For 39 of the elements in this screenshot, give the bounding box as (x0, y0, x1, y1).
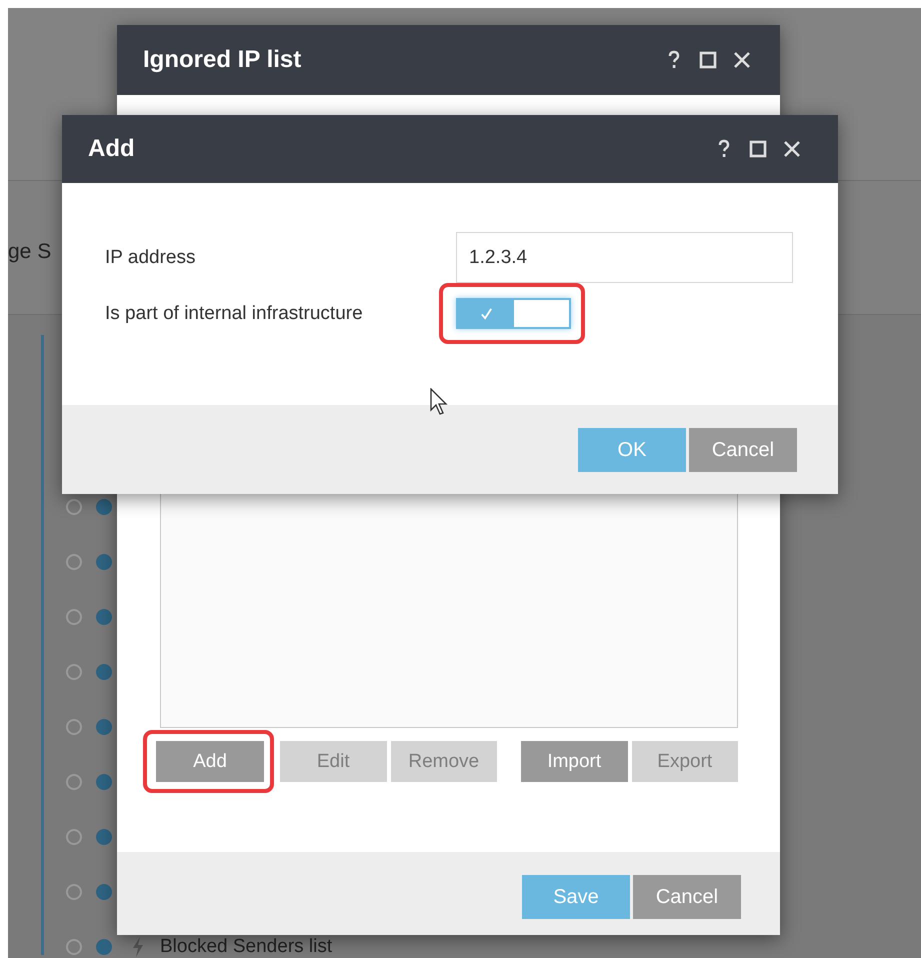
lightning-icon (132, 936, 144, 956)
status-dot (96, 774, 112, 790)
status-dot (96, 828, 112, 844)
cancel-button[interactable]: Cancel (689, 428, 797, 472)
status-dot (96, 718, 112, 734)
status-dot (96, 554, 112, 570)
maximize-icon[interactable] (748, 139, 768, 159)
radio-button[interactable] (66, 828, 82, 844)
radio-button[interactable] (66, 664, 82, 680)
list-action-button[interactable]: Add (156, 741, 264, 782)
page-heading: ge S (8, 238, 52, 264)
radio-button[interactable] (66, 774, 82, 790)
close-icon[interactable] (732, 50, 752, 70)
list-item-label: Blocked Senders list (160, 937, 332, 956)
radio-button[interactable] (66, 938, 82, 954)
save-button[interactable]: Save (522, 875, 630, 919)
cancel-button[interactable]: Cancel (633, 875, 741, 919)
radio-button[interactable] (66, 498, 82, 514)
ip-address-field[interactable]: 1.2.3.4 (456, 232, 793, 283)
status-dot (96, 498, 112, 514)
status-dot (96, 884, 112, 900)
radio-button[interactable] (66, 718, 82, 734)
field-label: Is part of internal infrastructure (105, 302, 364, 324)
window-title: Ignored IP list (143, 46, 302, 74)
radio-button[interactable] (66, 608, 82, 624)
window-title: Add (88, 135, 135, 163)
close-icon[interactable] (782, 139, 802, 159)
status-dot (96, 664, 112, 680)
status-dot (96, 608, 112, 624)
field-label: IP address (105, 246, 196, 268)
radio-button[interactable] (66, 884, 82, 900)
ok-button[interactable]: OK (578, 428, 686, 472)
check-icon (480, 307, 492, 320)
status-dot (96, 938, 112, 954)
toggle-switch[interactable] (456, 298, 571, 329)
list-action-button[interactable]: Import (521, 741, 628, 782)
radio-button[interactable] (66, 554, 82, 570)
mouse-pointer-icon (430, 388, 448, 416)
maximize-icon[interactable] (698, 50, 718, 70)
